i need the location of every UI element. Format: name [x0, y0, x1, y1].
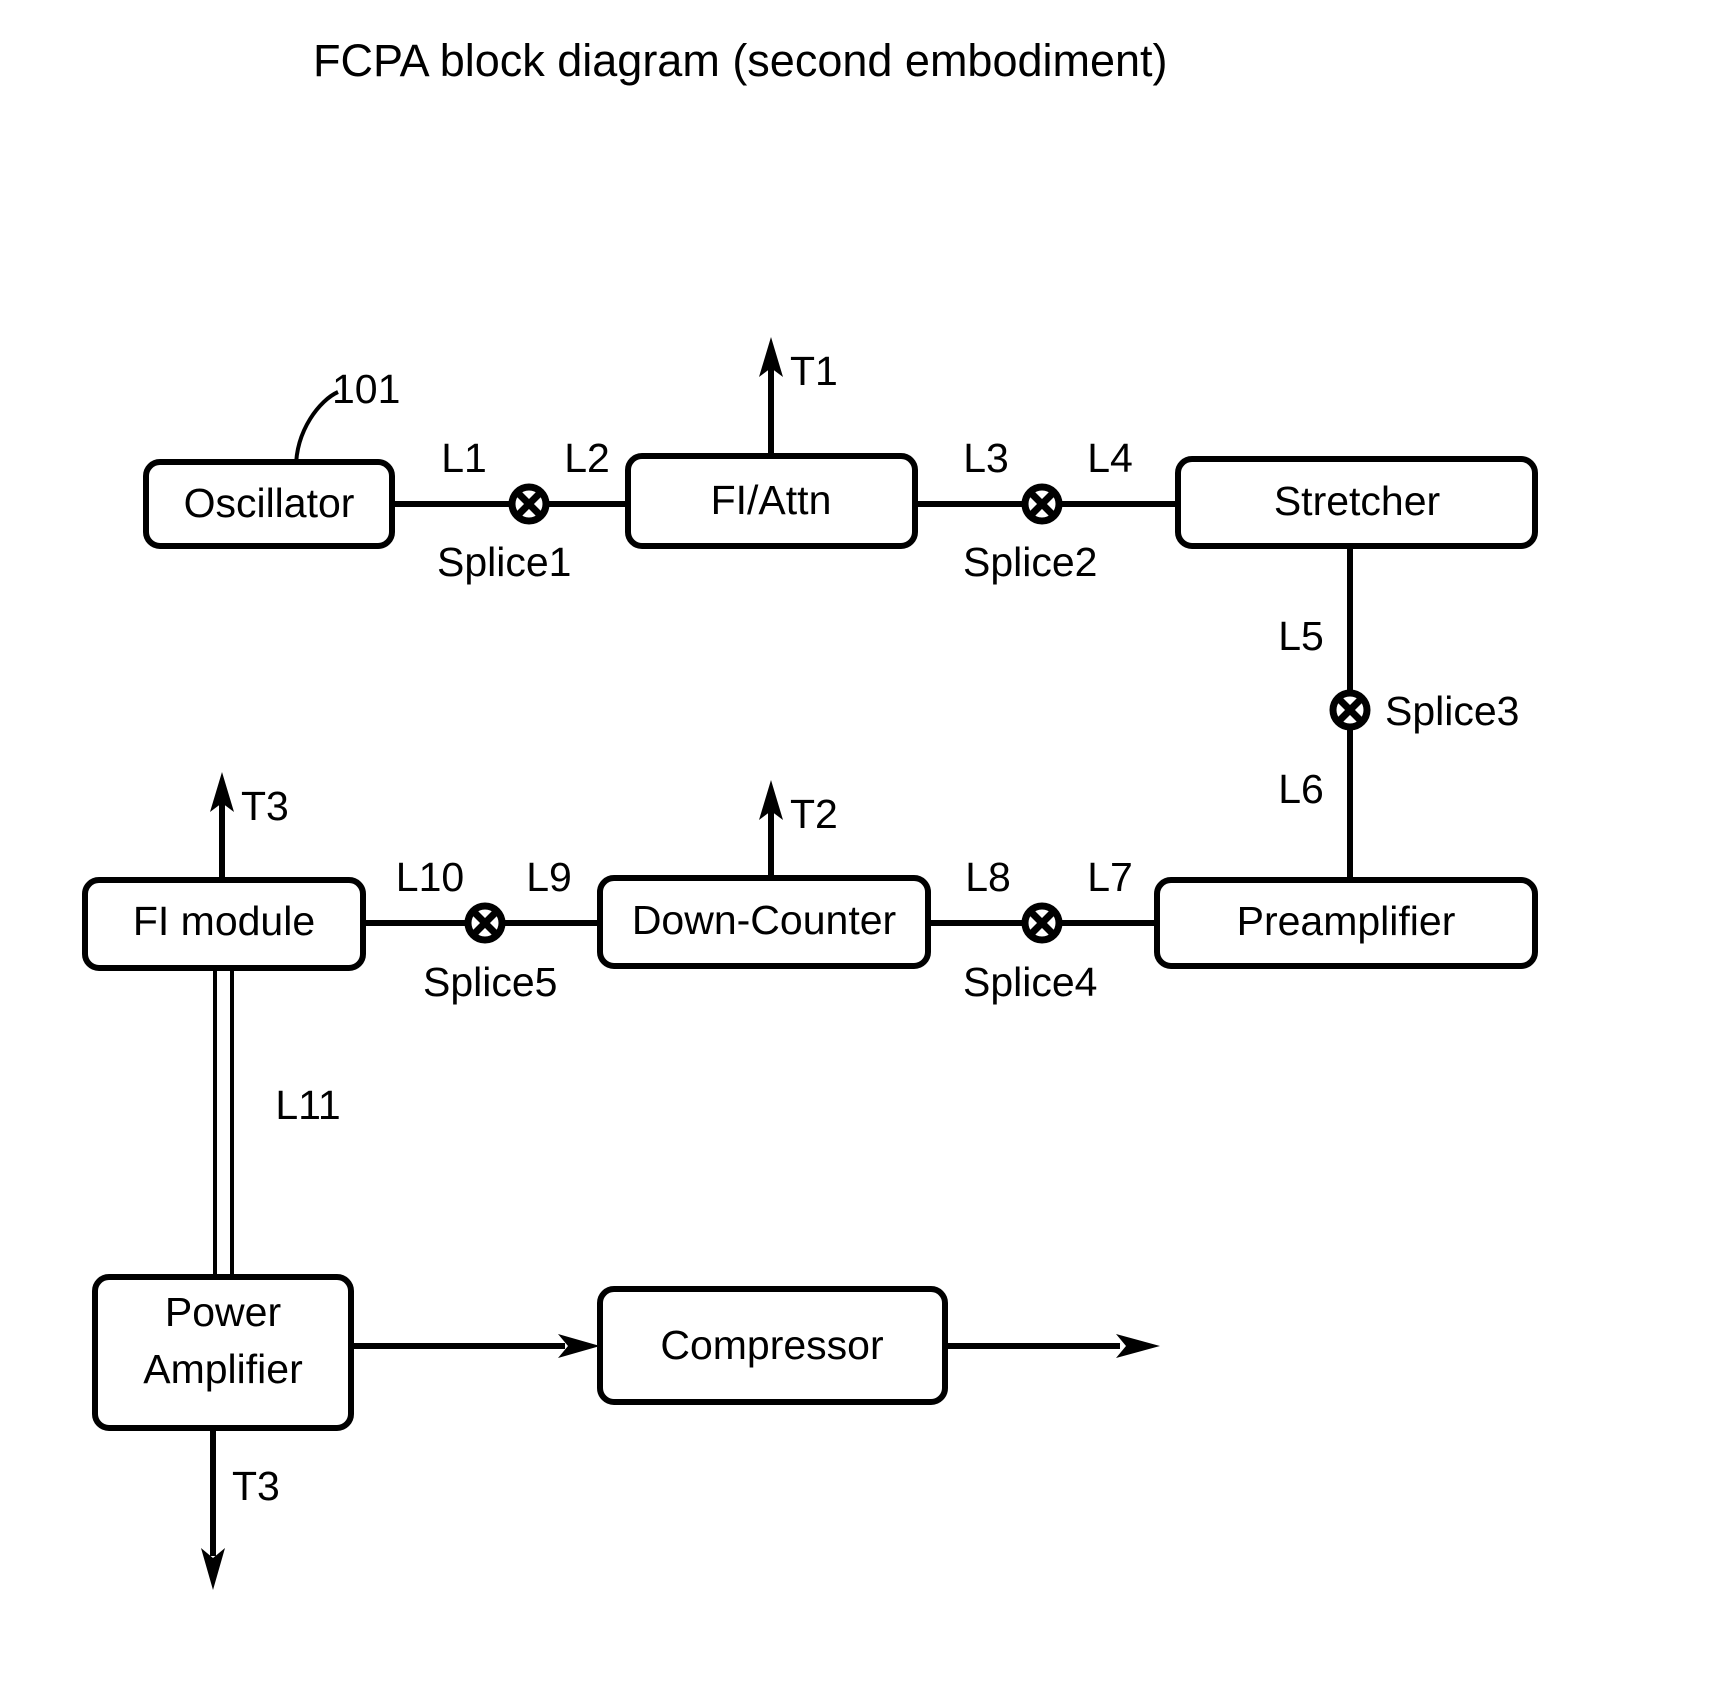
- block-power-amplifier-label-line1: Power: [165, 1289, 281, 1335]
- block-power-amplifier-label-line2: Amplifier: [143, 1346, 302, 1392]
- splice1-label: Splice1: [437, 539, 571, 585]
- tap-label-T2: T2: [790, 791, 838, 837]
- figure-page: FCPA block diagram (second embodiment) 1…: [0, 0, 1712, 1695]
- block-fi-module[interactable]: FI module: [82, 877, 366, 971]
- splice5-label: Splice5: [423, 959, 557, 1005]
- splice5-symbol: [464, 902, 506, 944]
- segment-label-L11: L11: [275, 1082, 340, 1128]
- splice4-label: Splice4: [963, 959, 1097, 1005]
- segment-label-L4: L4: [1087, 435, 1133, 481]
- block-stretcher-label: Stretcher: [1274, 478, 1440, 524]
- block-power-amplifier[interactable]: Power Amplifier: [92, 1274, 354, 1431]
- figure-title: FCPA block diagram (second embodiment): [313, 35, 1168, 86]
- tap-label-T1: T1: [790, 348, 838, 394]
- block-stretcher[interactable]: Stretcher: [1175, 456, 1538, 549]
- tap-label-T3-lower: T3: [232, 1463, 280, 1509]
- block-fi-module-label: FI module: [133, 898, 315, 944]
- block-fi-attn[interactable]: FI/Attn: [625, 453, 918, 549]
- block-preamplifier[interactable]: Preamplifier: [1154, 877, 1538, 969]
- splice2-symbol: [1021, 483, 1063, 525]
- segment-label-L7: L7: [1087, 854, 1133, 900]
- block-down-counter[interactable]: Down-Counter: [597, 875, 931, 969]
- block-preamplifier-label: Preamplifier: [1237, 898, 1456, 944]
- block-compressor-label: Compressor: [660, 1322, 883, 1368]
- splice2-label: Splice2: [963, 539, 1097, 585]
- fcpa-block-diagram: FCPA block diagram (second embodiment) 1…: [82, 35, 1538, 1590]
- splice4-symbol: [1021, 902, 1063, 944]
- block-compressor[interactable]: Compressor: [597, 1286, 948, 1405]
- segment-label-L2: L2: [564, 435, 610, 481]
- block-down-counter-label: Down-Counter: [632, 897, 896, 943]
- compressor-output-arrowhead: [1116, 1334, 1160, 1358]
- segment-label-L8: L8: [965, 854, 1011, 900]
- segment-label-L10: L10: [396, 854, 464, 900]
- splice1-symbol: [508, 483, 550, 525]
- block-fi-attn-label: FI/Attn: [711, 477, 832, 523]
- block-oscillator[interactable]: Oscillator: [143, 459, 395, 549]
- splice3-symbol: [1329, 689, 1371, 731]
- tap-label-T3-upper: T3: [241, 783, 289, 829]
- segment-label-L9: L9: [526, 854, 572, 900]
- reference-numeral-101: 101: [332, 366, 400, 412]
- splice3-label: Splice3: [1385, 688, 1519, 734]
- segment-label-L1: L1: [441, 435, 487, 481]
- segment-label-L3: L3: [963, 435, 1009, 481]
- segment-label-L5: L5: [1278, 613, 1324, 659]
- segment-label-L6: L6: [1278, 766, 1324, 812]
- block-oscillator-label: Oscillator: [184, 480, 355, 526]
